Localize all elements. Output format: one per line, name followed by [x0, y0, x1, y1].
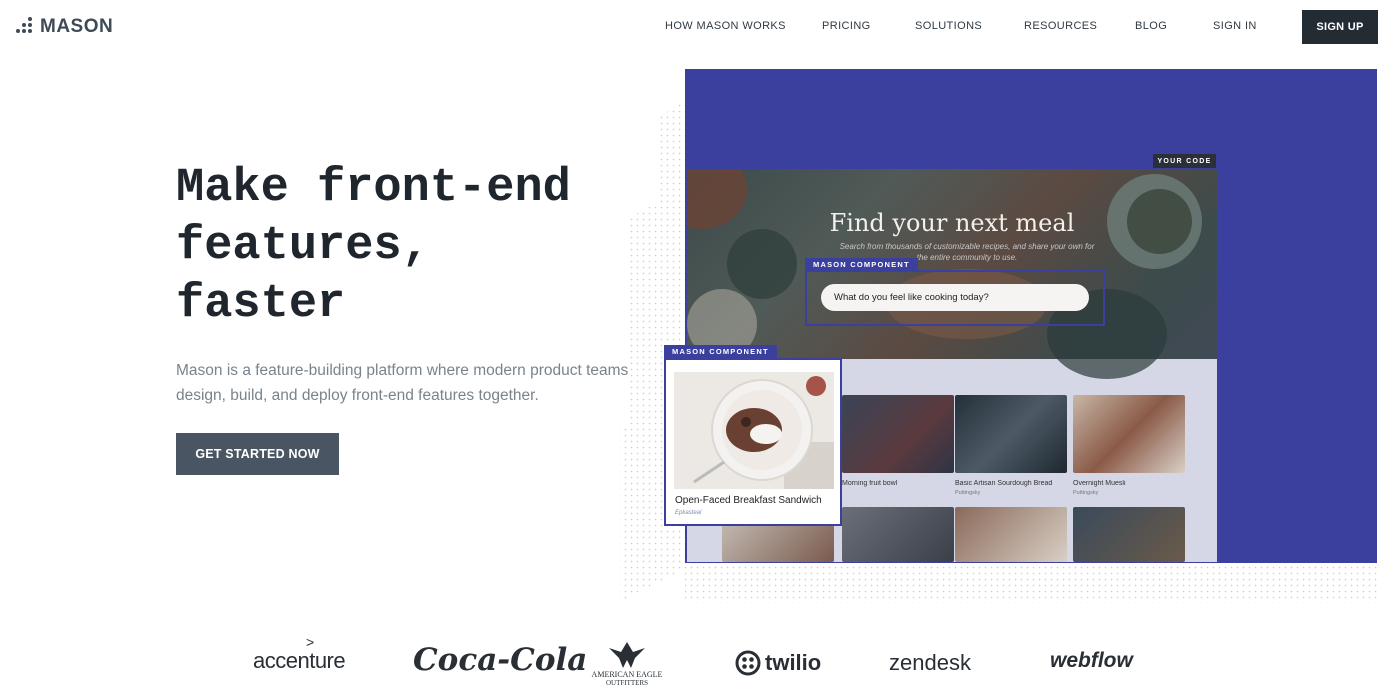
hero-subtitle: Mason is a feature-building platform whe… [176, 358, 656, 408]
recipe-card-author: Puttingsky [955, 490, 981, 496]
hero-title-line: features, [176, 220, 430, 273]
recipe-card-author: Puttingsky [1073, 490, 1099, 496]
mason-component-tag: MASON COMPONENT [805, 258, 918, 271]
twilio-logo-text: twilio [765, 650, 822, 675]
recipe-search-input[interactable]: What do you feel like cooking today? [821, 284, 1089, 311]
featured-recipe-image [674, 372, 834, 489]
hero-title-line: faster [176, 278, 346, 331]
recipe-card-image [1073, 395, 1185, 473]
hero-subtitle-line: design, build, and deploy front-end feat… [176, 387, 539, 404]
get-started-button[interactable]: GET STARTED NOW [176, 433, 339, 475]
recipe-card[interactable]: Morning fruit bowl [842, 395, 954, 490]
recipe-card[interactable]: Overnight Muesli Puttingsky [1073, 395, 1185, 496]
recipe-card-title: Basic Artisan Sourdough Bread [955, 480, 1053, 487]
eagle-icon [609, 642, 645, 668]
nav-how-mason-works[interactable]: HOW MASON WORKS [665, 20, 786, 32]
accenture-logo: > accenture [253, 634, 346, 673]
recipe-card-title: Overnight Muesli [1073, 480, 1126, 487]
nav-solutions[interactable]: SOLUTIONS [915, 20, 982, 32]
nav-resources[interactable]: RESOURCES [1024, 20, 1097, 32]
accenture-logo-text: accenture [253, 648, 346, 673]
nav-sign-in[interactable]: SIGN IN [1213, 20, 1257, 32]
twilio-icon [735, 650, 761, 676]
sign-up-button[interactable]: SIGN UP [1302, 10, 1378, 44]
recipe-card-image [1073, 507, 1185, 562]
webflow-logo: webflow [1050, 649, 1133, 672]
recipe-card-image [955, 507, 1067, 562]
client-logos: > accenture Coca-Cola AMERICAN EAGLE OUT… [0, 630, 1400, 700]
food-hero-image: Find your next meal Search from thousand… [687, 169, 1217, 379]
hero-title-line: Make front-end [176, 162, 571, 215]
recipe-card-image [842, 395, 954, 473]
screen-title: Find your next meal [829, 209, 1075, 237]
top-nav: MASON HOW MASON WORKS PRICING SOLUTIONS … [0, 0, 1400, 54]
recipe-card[interactable]: Basic Artisan Sourdough Bread Puttingsky [955, 395, 1067, 496]
american-eagle-text: OUTFITTERS [606, 679, 648, 687]
twilio-logo: twilio [735, 650, 821, 676]
recipe-card-image [955, 395, 1067, 473]
nav-pricing[interactable]: PRICING [822, 20, 871, 32]
mason-component-tag: MASON COMPONENT [664, 345, 777, 358]
recipe-card-image [842, 507, 954, 562]
featured-recipe-author: Epkasteal [675, 510, 702, 516]
nav-blog[interactable]: BLOG [1135, 20, 1167, 32]
coca-cola-logo: Coca-Cola [413, 642, 588, 678]
hero-title: Make front-end features, faster [176, 160, 636, 334]
american-eagle-logo: AMERICAN EAGLE OUTFITTERS [582, 640, 672, 690]
american-eagle-text: AMERICAN EAGLE [591, 670, 663, 679]
featured-recipe-card[interactable]: Open-Faced Breakfast Sandwich Epkasteal [664, 358, 842, 526]
recipe-card-title: Morning fruit bowl [842, 480, 898, 487]
your-code-tag: YOUR CODE [1153, 154, 1216, 168]
hero-subtitle-line: Mason is a feature-building platform whe… [176, 362, 629, 379]
zendesk-logo: zendesk [889, 650, 971, 675]
featured-recipe-title: Open-Faced Breakfast Sandwich [675, 495, 822, 506]
